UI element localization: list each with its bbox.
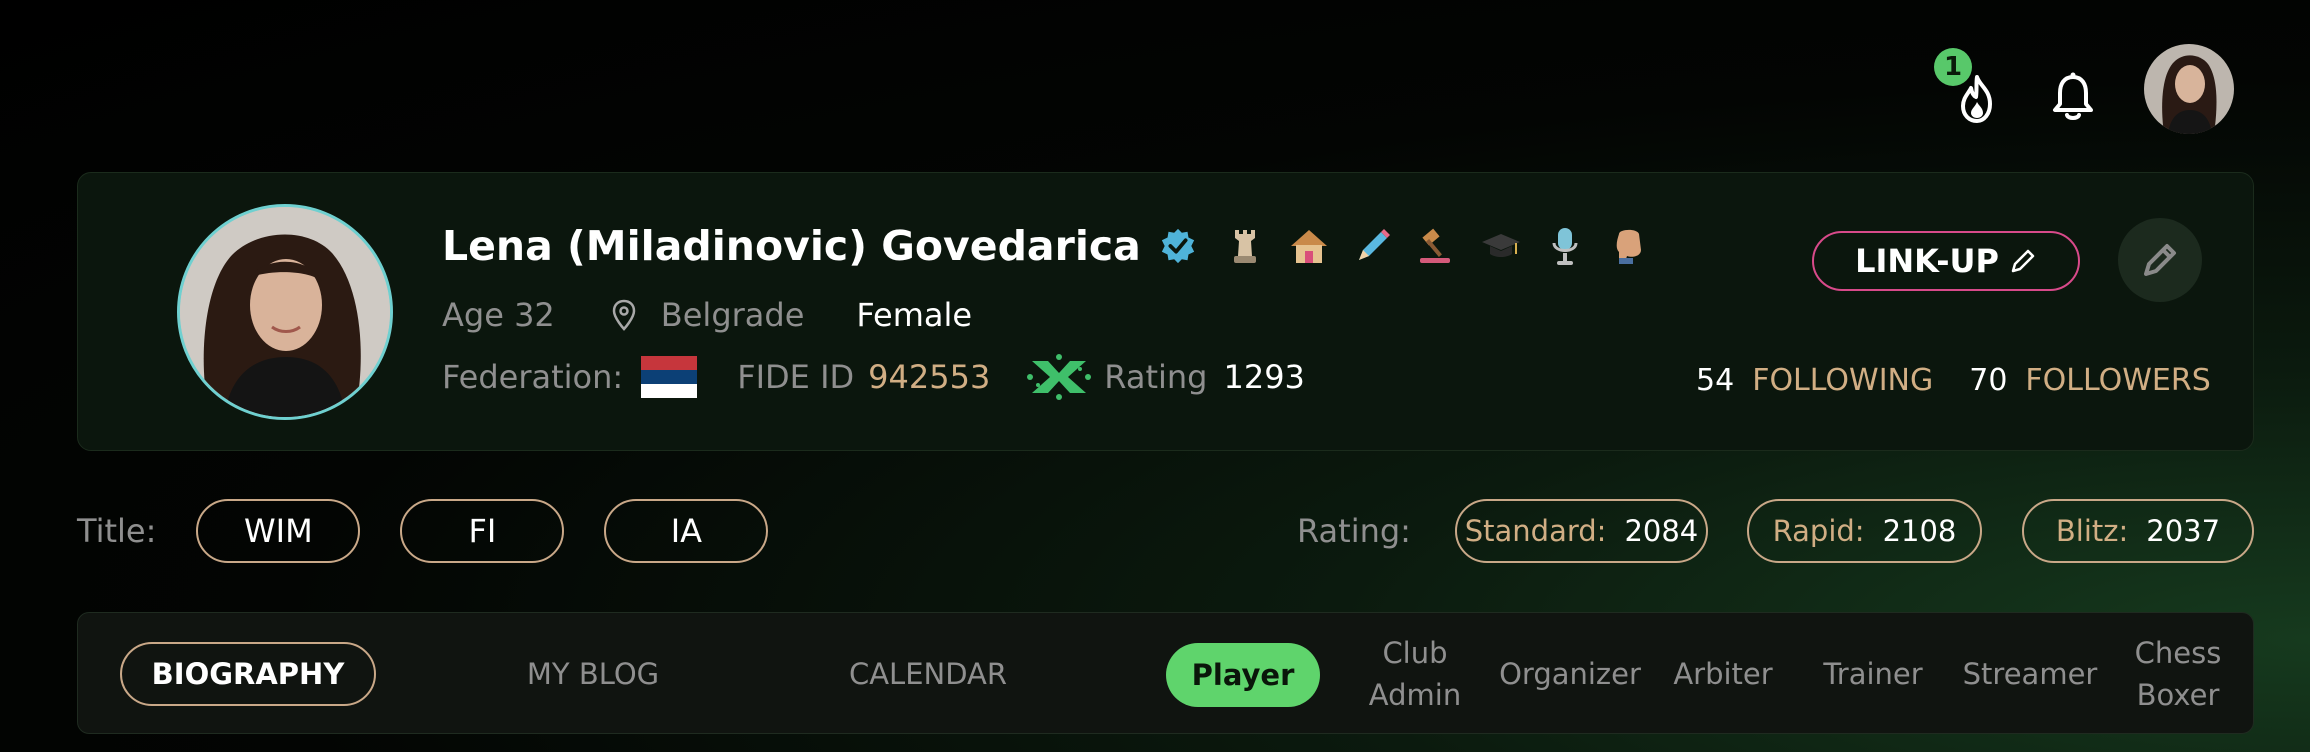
tab-chess-boxer[interactable]: Chess Boxer bbox=[2118, 631, 2238, 717]
rating-label: Rating bbox=[1104, 358, 1208, 396]
title-label: Title: bbox=[77, 512, 157, 550]
title-badge-wim: WIM bbox=[196, 499, 361, 563]
location-pin-icon bbox=[612, 299, 636, 331]
age-text: Age 32 bbox=[442, 296, 555, 334]
avatar-photo bbox=[2144, 44, 2234, 134]
federation-label: Federation: bbox=[442, 358, 624, 396]
fide-id-value: 942553 bbox=[868, 358, 991, 396]
graduation-cap-icon bbox=[1479, 224, 1523, 268]
profile-avatar bbox=[177, 204, 393, 420]
tab-biography[interactable]: BIOGRAPHY bbox=[120, 642, 376, 706]
profile-name: Lena (Miladinovic) Govedarica bbox=[442, 222, 1141, 270]
profile-card: Lena (Miladinovic) Govedarica Age 32 Bel… bbox=[77, 172, 2254, 451]
title-badge-fi: FI bbox=[400, 499, 565, 563]
gender-text: Female bbox=[856, 296, 973, 334]
titles-row: Title: WIM FI IA bbox=[77, 498, 769, 564]
tab-my-blog[interactable]: MY BLOG bbox=[483, 642, 703, 706]
rating-logo-icon bbox=[1027, 354, 1092, 400]
house-icon bbox=[1287, 224, 1331, 268]
tab-streamer[interactable]: Streamer bbox=[1950, 642, 2110, 706]
rapid-rating-badge: Rapid: 2108 bbox=[1747, 499, 1982, 563]
microphone-icon bbox=[1543, 224, 1587, 268]
tab-organizer[interactable]: Organizer bbox=[1486, 642, 1654, 706]
profile-tabs: BIOGRAPHY MY BLOG CALENDAR Player Club A… bbox=[77, 612, 2254, 734]
top-bar-icons: 1 bbox=[1934, 44, 2286, 134]
standard-value: 2084 bbox=[1624, 514, 1699, 548]
pencil-small-icon bbox=[2011, 249, 2035, 273]
bell-icon bbox=[2053, 72, 2093, 120]
federation-row: Federation: FIDE ID 942553 Rating 1293 bbox=[442, 349, 1305, 405]
notification-count-badge: 1 bbox=[1934, 48, 1972, 86]
pencil-icon bbox=[1351, 224, 1395, 268]
tab-club-admin[interactable]: Club Admin bbox=[1340, 631, 1490, 717]
tab-trainer[interactable]: Trainer bbox=[1808, 642, 1938, 706]
edit-pencil-icon bbox=[2144, 244, 2176, 276]
fide-label: FIDE ID bbox=[737, 358, 855, 396]
verified-badge-icon bbox=[1161, 228, 1194, 264]
notifications-button[interactable] bbox=[2042, 64, 2104, 130]
blitz-rating-badge: Blitz: 2037 bbox=[2022, 499, 2254, 563]
blitz-label: Blitz: bbox=[2055, 514, 2129, 548]
info-row: Age 32 Belgrade Female bbox=[442, 291, 972, 339]
chess-rook-icon bbox=[1223, 224, 1267, 268]
city-text: Belgrade bbox=[660, 296, 805, 334]
serbia-flag-icon bbox=[641, 356, 698, 398]
tab-arbiter[interactable]: Arbiter bbox=[1658, 642, 1788, 706]
rapid-label: Rapid: bbox=[1772, 514, 1865, 548]
name-row: Lena (Miladinovic) Govedarica bbox=[442, 218, 1671, 274]
rapid-value: 2108 bbox=[1882, 514, 1957, 548]
following-count: 54 bbox=[1696, 362, 1735, 398]
rating-value: 1293 bbox=[1223, 358, 1305, 396]
ratings-label: Rating: bbox=[1297, 512, 1411, 550]
user-avatar[interactable] bbox=[2144, 44, 2234, 134]
following-link[interactable]: FOLLOWING bbox=[1752, 363, 1933, 398]
edit-profile-button[interactable] bbox=[2118, 218, 2202, 302]
standard-label: Standard: bbox=[1464, 514, 1607, 548]
gavel-icon bbox=[1415, 224, 1459, 268]
link-up-button[interactable]: LINK-UP bbox=[1812, 231, 2080, 291]
streak-button[interactable]: 1 bbox=[1934, 48, 2008, 130]
role-icons bbox=[1223, 224, 1671, 268]
followers-count: 70 bbox=[1969, 362, 2008, 398]
profile-photo bbox=[180, 207, 390, 417]
link-up-label: LINK-UP bbox=[1855, 242, 1999, 280]
blitz-value: 2037 bbox=[2146, 514, 2221, 548]
followers-link[interactable]: FOLLOWERS bbox=[2025, 363, 2210, 398]
boxing-icon bbox=[1607, 224, 1651, 268]
standard-rating-badge: Standard: 2084 bbox=[1455, 499, 1708, 563]
title-badge-ia: IA bbox=[604, 499, 769, 563]
tab-player[interactable]: Player bbox=[1166, 643, 1320, 707]
tab-calendar[interactable]: CALENDAR bbox=[818, 642, 1038, 706]
follow-stats: 54 FOLLOWING 70 FOLLOWERS bbox=[1696, 355, 2211, 405]
